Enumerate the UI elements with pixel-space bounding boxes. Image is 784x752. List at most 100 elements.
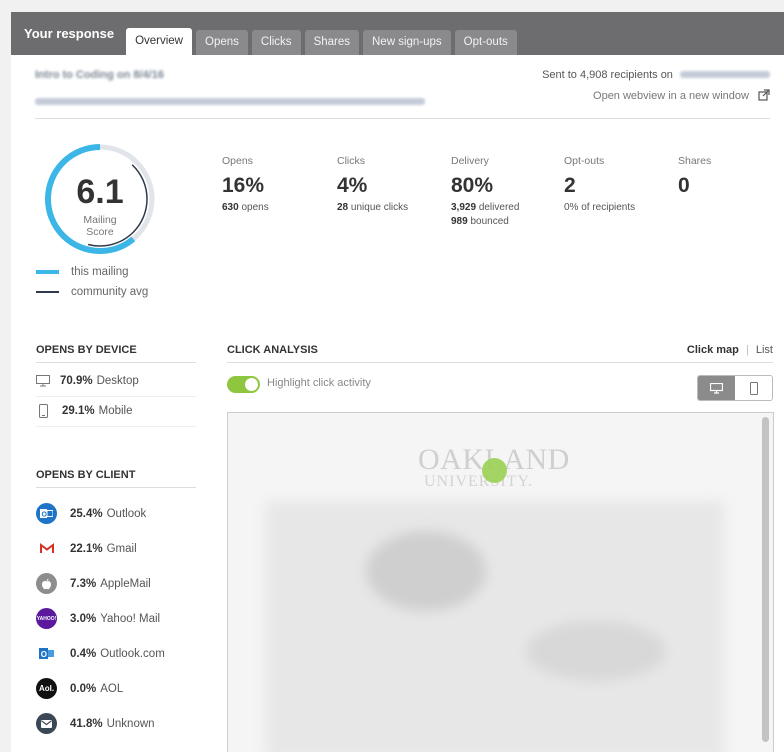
client-label: Unknown bbox=[106, 717, 155, 730]
webview-label: Open webview in a new window bbox=[593, 90, 749, 102]
tab-opt-outs[interactable]: Opt-outs bbox=[454, 30, 517, 55]
webview-link[interactable]: Open webview in a new window bbox=[593, 89, 770, 104]
preview-scrollbar[interactable] bbox=[762, 417, 769, 742]
client-pct: 25.4% bbox=[70, 507, 103, 520]
gmail-icon bbox=[36, 538, 57, 559]
stat-shares: Shares 0 bbox=[678, 155, 711, 198]
client-label: AOL bbox=[100, 682, 124, 695]
stat-sub2-text: bounced bbox=[470, 216, 509, 227]
tab-bar: Your response Overview Opens Clicks Shar… bbox=[11, 12, 784, 55]
tab-shares[interactable]: Shares bbox=[304, 30, 359, 55]
stat-sub-text: delivered bbox=[478, 202, 520, 213]
stat-value: 0 bbox=[678, 174, 690, 197]
campaign-header: Intro to Coding on 8/4/16 Sent to 4,908 … bbox=[35, 65, 770, 119]
highlight-toggle[interactable] bbox=[227, 376, 260, 393]
email-content-blurred bbox=[266, 501, 724, 752]
campaign-details-blurred bbox=[35, 92, 425, 110]
stat-label: Opt-outs bbox=[564, 155, 605, 167]
legend-swatch-mailing bbox=[36, 270, 59, 274]
divider bbox=[36, 396, 196, 397]
opens-by-device-title: OPENS BY DEVICE bbox=[36, 344, 137, 356]
client-label: Outlook.com bbox=[100, 647, 165, 660]
logo-line2: UNIVERSITY. bbox=[424, 473, 533, 490]
divider bbox=[227, 362, 773, 363]
client-row-unknown: 41.8% Unknown bbox=[36, 713, 155, 734]
stat-label: Delivery bbox=[451, 155, 489, 167]
device-row-mobile: 29.1% Mobile bbox=[36, 404, 133, 418]
desktop-icon bbox=[36, 375, 50, 387]
score-value: 6.1 bbox=[76, 173, 124, 211]
stat-sub-number: 630 bbox=[222, 202, 239, 213]
stat-delivery: Delivery 80% 3,929 delivered 989 bounced bbox=[451, 155, 519, 229]
stat-value: 16% bbox=[222, 174, 265, 197]
client-pct: 0.4% bbox=[70, 647, 97, 660]
stat-sub-2: 989 bounced bbox=[451, 215, 519, 229]
campaign-name: Intro to Coding on 8/4/16 bbox=[35, 69, 164, 81]
opens-by-client-title: OPENS BY CLIENT bbox=[36, 469, 136, 481]
click-map-preview: OAKLAND UNIVERSITY. bbox=[227, 412, 774, 752]
legend-this-mailing: this mailing bbox=[36, 266, 129, 278]
score-label: Mailing Score bbox=[43, 214, 157, 238]
client-pct: 41.8% bbox=[70, 717, 103, 730]
legend-label-mailing: this mailing bbox=[71, 266, 129, 278]
client-row-aol: Aol. 0.0% AOL bbox=[36, 678, 123, 699]
legend-swatch-community bbox=[36, 291, 59, 293]
divider bbox=[36, 362, 196, 363]
client-row-outlook: O 25.4% Outlook bbox=[36, 503, 146, 524]
stat-sub-number: 3,929 bbox=[451, 202, 477, 213]
client-pct: 7.3% bbox=[70, 577, 97, 590]
mobile-view-icon bbox=[749, 381, 758, 395]
click-analysis-title: CLICK ANALYSIS bbox=[227, 344, 318, 356]
sent-info: Sent to 4,908 recipients on bbox=[542, 69, 770, 81]
device-pct: 29.1% bbox=[62, 405, 95, 417]
list-link[interactable]: List bbox=[756, 344, 773, 356]
click-hotspot[interactable] bbox=[482, 458, 507, 483]
device-label: Desktop bbox=[96, 375, 139, 387]
stat-sub-text: opens bbox=[241, 202, 269, 213]
svg-text:O: O bbox=[41, 650, 47, 659]
stat-sub-number: 28 bbox=[337, 202, 349, 213]
external-link-icon bbox=[758, 89, 770, 104]
stat-sub-text: 0% of recipients bbox=[564, 202, 636, 213]
apple-icon bbox=[36, 573, 57, 594]
desktop-view-button[interactable] bbox=[698, 376, 735, 400]
tab-clicks[interactable]: Clicks bbox=[251, 30, 301, 55]
sent-text: Sent to 4,908 recipients on bbox=[542, 69, 673, 81]
report-frame: Your response Overview Opens Clicks Shar… bbox=[11, 12, 784, 752]
tab-new-signups[interactable]: New sign-ups bbox=[363, 30, 451, 55]
client-row-applemail: 7.3% AppleMail bbox=[36, 573, 151, 594]
tab-opens[interactable]: Opens bbox=[196, 30, 248, 55]
tab-overview[interactable]: Overview bbox=[126, 28, 192, 55]
mobile-view-button[interactable] bbox=[735, 376, 772, 400]
mobile-icon bbox=[39, 404, 48, 418]
stat-sub: 28 unique clicks bbox=[337, 201, 408, 215]
envelope-icon bbox=[36, 713, 57, 734]
client-pct: 0.0% bbox=[70, 682, 97, 695]
client-label: Gmail bbox=[106, 542, 137, 555]
client-label: Yahoo! Mail bbox=[100, 612, 161, 625]
stat-value: 2 bbox=[564, 174, 576, 197]
toggle-knob bbox=[245, 378, 258, 391]
stat-label: Opens bbox=[222, 155, 253, 167]
device-pct: 70.9% bbox=[60, 375, 93, 387]
click-map-link[interactable]: Click map bbox=[687, 344, 739, 356]
device-preview-toggle bbox=[697, 375, 773, 401]
stat-opens: Opens 16% 630 opens bbox=[222, 155, 269, 215]
stat-sub: 0% of recipients bbox=[564, 201, 635, 215]
device-row-desktop: 70.9% Desktop bbox=[36, 375, 139, 387]
legend-community-avg: community avg bbox=[36, 286, 148, 298]
client-row-gmail: 22.1% Gmail bbox=[36, 538, 137, 559]
client-label: Outlook bbox=[106, 507, 147, 520]
stat-value: 4% bbox=[337, 174, 368, 197]
score-label-line1: Mailing bbox=[83, 214, 117, 226]
yahoo-icon: YAHOO! bbox=[36, 608, 57, 629]
client-row-yahoo: YAHOO! 3.0% Yahoo! Mail bbox=[36, 608, 160, 629]
stat-label: Clicks bbox=[337, 155, 365, 167]
stat-sub2-number: 989 bbox=[451, 216, 468, 227]
view-switcher: Click map | List bbox=[687, 344, 773, 356]
client-pct: 3.0% bbox=[70, 612, 97, 625]
stat-label: Shares bbox=[678, 155, 712, 167]
mailing-score-gauge: 6.1 Mailing Score bbox=[43, 142, 157, 256]
stat-opt-outs: Opt-outs 2 0% of recipients bbox=[564, 155, 635, 215]
aol-icon: Aol. bbox=[36, 678, 57, 699]
